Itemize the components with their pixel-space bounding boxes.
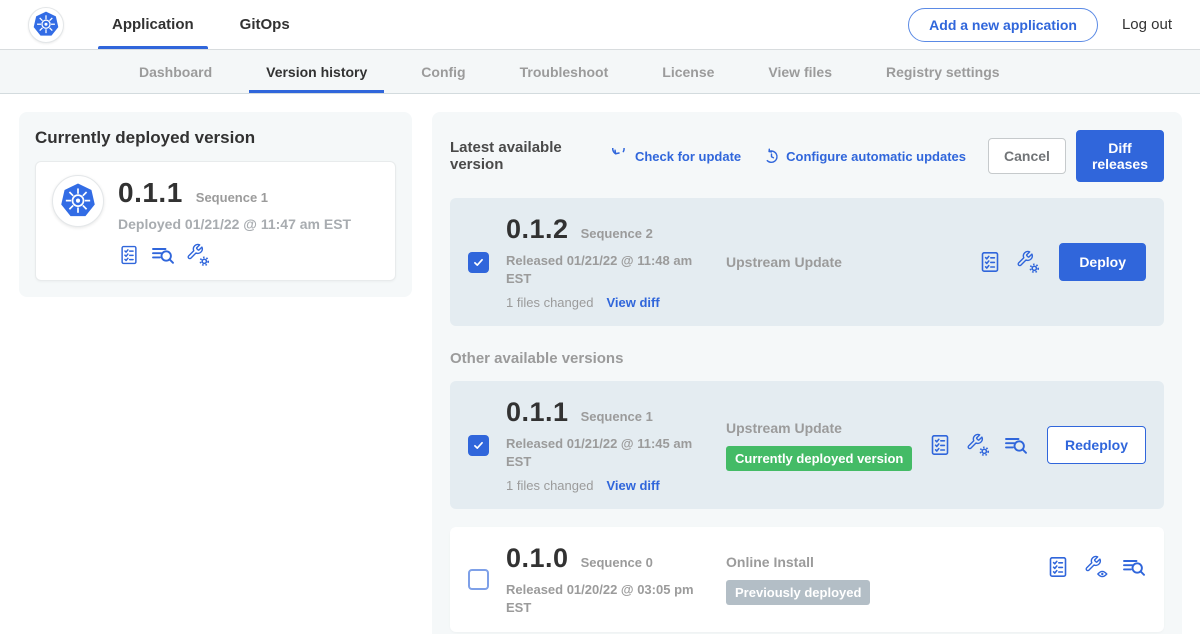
view-diff-link[interactable]: View diff xyxy=(606,295,659,310)
preflight-results-icon[interactable] xyxy=(151,243,175,267)
config-icon[interactable] xyxy=(1016,250,1040,274)
latest-version-title: Latest available version xyxy=(450,139,596,173)
version-number: 0.1.1 xyxy=(506,397,569,428)
app-logo-icon xyxy=(52,175,104,227)
release-notes-icon[interactable] xyxy=(928,433,952,457)
preflight-results-icon[interactable] xyxy=(1122,555,1146,579)
kubernetes-logo-icon xyxy=(28,7,64,43)
top-navbar: Application GitOps Add a new application… xyxy=(0,0,1200,50)
other-versions-heading: Other available versions xyxy=(450,350,1164,367)
subnav-tab-license[interactable]: License xyxy=(635,50,741,93)
app-subnav: Dashboard Version history Config Trouble… xyxy=(0,50,1200,94)
main-content: Currently deployed version 0.1.1 Sequenc… xyxy=(0,94,1200,634)
release-notes-icon[interactable] xyxy=(118,244,140,266)
config-icon[interactable] xyxy=(186,243,210,267)
app-brand xyxy=(28,0,64,49)
subnav-tab-troubleshoot[interactable]: Troubleshoot xyxy=(493,50,636,93)
deployed-version-number: 0.1.1 xyxy=(118,177,183,209)
version-card-0-1-1: 0.1.1 Sequence 1 Released 01/21/22 @ 11:… xyxy=(450,381,1164,509)
view-diff-link[interactable]: View diff xyxy=(606,478,659,493)
topnav-tab-gitops[interactable]: GitOps xyxy=(226,0,304,49)
config-view-icon[interactable] xyxy=(1084,555,1108,579)
schedule-update-icon xyxy=(763,148,780,165)
deployed-sequence-label: Sequence 1 xyxy=(196,190,268,205)
diff-releases-button[interactable]: Diff releases xyxy=(1076,130,1164,182)
add-new-application-button[interactable]: Add a new application xyxy=(908,8,1098,42)
check-for-update-link[interactable]: Check for update xyxy=(612,148,741,165)
currently-deployed-badge: Currently deployed version xyxy=(726,446,912,471)
release-notes-icon[interactable] xyxy=(978,250,1002,274)
currently-deployed-panel: Currently deployed version 0.1.1 Sequenc… xyxy=(19,112,412,297)
logout-link[interactable]: Log out xyxy=(1122,16,1172,33)
sequence-label: Sequence 0 xyxy=(581,555,653,570)
version-source-label: Upstream Update xyxy=(726,254,978,270)
deployed-timestamp: Deployed 01/21/22 @ 11:47 am EST xyxy=(118,216,351,232)
preflight-results-icon[interactable] xyxy=(1004,433,1028,457)
version-source-label: Online Install xyxy=(726,554,1046,570)
version-source-label: Upstream Update xyxy=(726,420,928,436)
released-timestamp: Released 01/21/22 @ 11:48 am EST xyxy=(506,252,698,287)
release-notes-icon[interactable] xyxy=(1046,555,1070,579)
version-number: 0.1.0 xyxy=(506,543,569,574)
version-checkbox[interactable] xyxy=(468,435,489,456)
latest-version-header: Latest available version Check for updat… xyxy=(450,130,1164,182)
files-changed-label: 1 files changed xyxy=(506,295,593,310)
subnav-tab-dashboard[interactable]: Dashboard xyxy=(112,50,239,93)
version-card-0-1-2: 0.1.2 Sequence 2 Released 01/21/22 @ 11:… xyxy=(450,198,1164,326)
version-checkbox[interactable] xyxy=(468,569,489,590)
check-icon xyxy=(472,439,485,452)
check-icon xyxy=(472,256,485,269)
files-changed-label: 1 files changed xyxy=(506,478,593,493)
currently-deployed-title: Currently deployed version xyxy=(35,128,396,148)
configure-automatic-updates-link[interactable]: Configure automatic updates xyxy=(763,148,966,165)
version-number: 0.1.2 xyxy=(506,214,569,245)
subnav-tab-view-files[interactable]: View files xyxy=(741,50,859,93)
deployed-version-card: 0.1.1 Sequence 1 Deployed 01/21/22 @ 11:… xyxy=(35,161,396,281)
topnav-tab-application[interactable]: Application xyxy=(98,0,208,49)
version-card-0-1-0: 0.1.0 Sequence 0 Released 01/20/22 @ 03:… xyxy=(450,527,1164,632)
version-checkbox[interactable] xyxy=(468,252,489,273)
sequence-label: Sequence 2 xyxy=(581,226,653,241)
config-icon[interactable] xyxy=(966,433,990,457)
cancel-button[interactable]: Cancel xyxy=(988,138,1066,174)
deploy-button[interactable]: Deploy xyxy=(1059,243,1146,281)
sequence-label: Sequence 1 xyxy=(581,409,653,424)
released-timestamp: Released 01/21/22 @ 11:45 am EST xyxy=(506,435,698,470)
subnav-tab-version-history[interactable]: Version history xyxy=(239,50,394,93)
subnav-tab-config[interactable]: Config xyxy=(394,50,492,93)
refresh-icon xyxy=(612,148,629,165)
version-history-panel: Latest available version Check for updat… xyxy=(432,112,1182,634)
redeploy-button[interactable]: Redeploy xyxy=(1047,426,1146,464)
previously-deployed-badge: Previously deployed xyxy=(726,580,870,605)
released-timestamp: Released 01/20/22 @ 03:05 pm EST xyxy=(506,581,698,616)
subnav-tab-registry-settings[interactable]: Registry settings xyxy=(859,50,1027,93)
